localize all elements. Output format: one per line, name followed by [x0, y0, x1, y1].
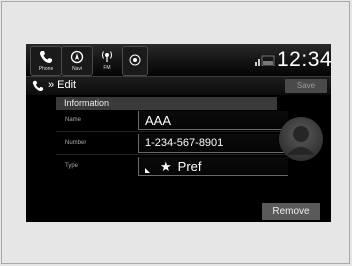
person-silhouette-icon — [287, 126, 315, 155]
figure-frame: Phone Navi FM 12:34 » Edit Save Informat… — [1, 1, 350, 264]
infotainment-screen: Phone Navi FM 12:34 » Edit Save Informat… — [26, 44, 331, 222]
contact-avatar[interactable] — [279, 117, 323, 161]
page-title: Edit — [57, 79, 77, 91]
save-button[interactable]: Save — [285, 79, 327, 93]
audio-source-icon — [129, 54, 141, 66]
phone-icon — [40, 51, 52, 63]
clock: 12:34 — [277, 48, 331, 71]
remove-button[interactable]: Remove — [262, 203, 320, 220]
information-header: Information — [56, 97, 277, 110]
name-row: Name AAA — [56, 110, 288, 132]
name-label: Name — [65, 117, 82, 123]
row-divider — [56, 154, 288, 155]
fm-shortcut-button[interactable]: FM — [92, 46, 122, 74]
phone-shortcut-label: Phone — [38, 66, 54, 72]
phone-icon — [32, 80, 44, 92]
navi-shortcut-button[interactable]: Navi — [61, 46, 93, 76]
breadcrumb-chevron-icon: » — [48, 79, 55, 91]
navi-icon — [70, 50, 84, 64]
status-bar: Phone Navi FM 12:34 — [26, 44, 331, 77]
type-label: Type — [65, 163, 79, 169]
signal-strength-icon — [255, 55, 275, 66]
phone-shortcut-button[interactable]: Phone — [30, 46, 62, 76]
type-value: Pref — [177, 158, 202, 174]
fm-icon — [102, 51, 112, 62]
type-row: Type ★ Pref — [56, 156, 288, 178]
type-selector[interactable]: ★ Pref — [138, 157, 288, 176]
number-row: Number 1-234-567-8901 — [56, 133, 288, 155]
dropdown-corner-icon — [145, 167, 150, 173]
audio-source-button[interactable] — [122, 46, 148, 76]
row-divider — [56, 131, 288, 132]
fm-shortcut-label: FM — [103, 65, 111, 71]
name-field[interactable]: AAA — [138, 111, 288, 130]
navi-shortcut-label: Navi — [71, 66, 82, 72]
number-label: Number — [65, 140, 87, 146]
title-bar: » Edit Save — [26, 77, 331, 95]
star-icon: ★ — [160, 158, 172, 174]
page-title-wrap: » Edit — [48, 79, 76, 91]
number-field[interactable]: 1-234-567-8901 — [138, 134, 288, 153]
